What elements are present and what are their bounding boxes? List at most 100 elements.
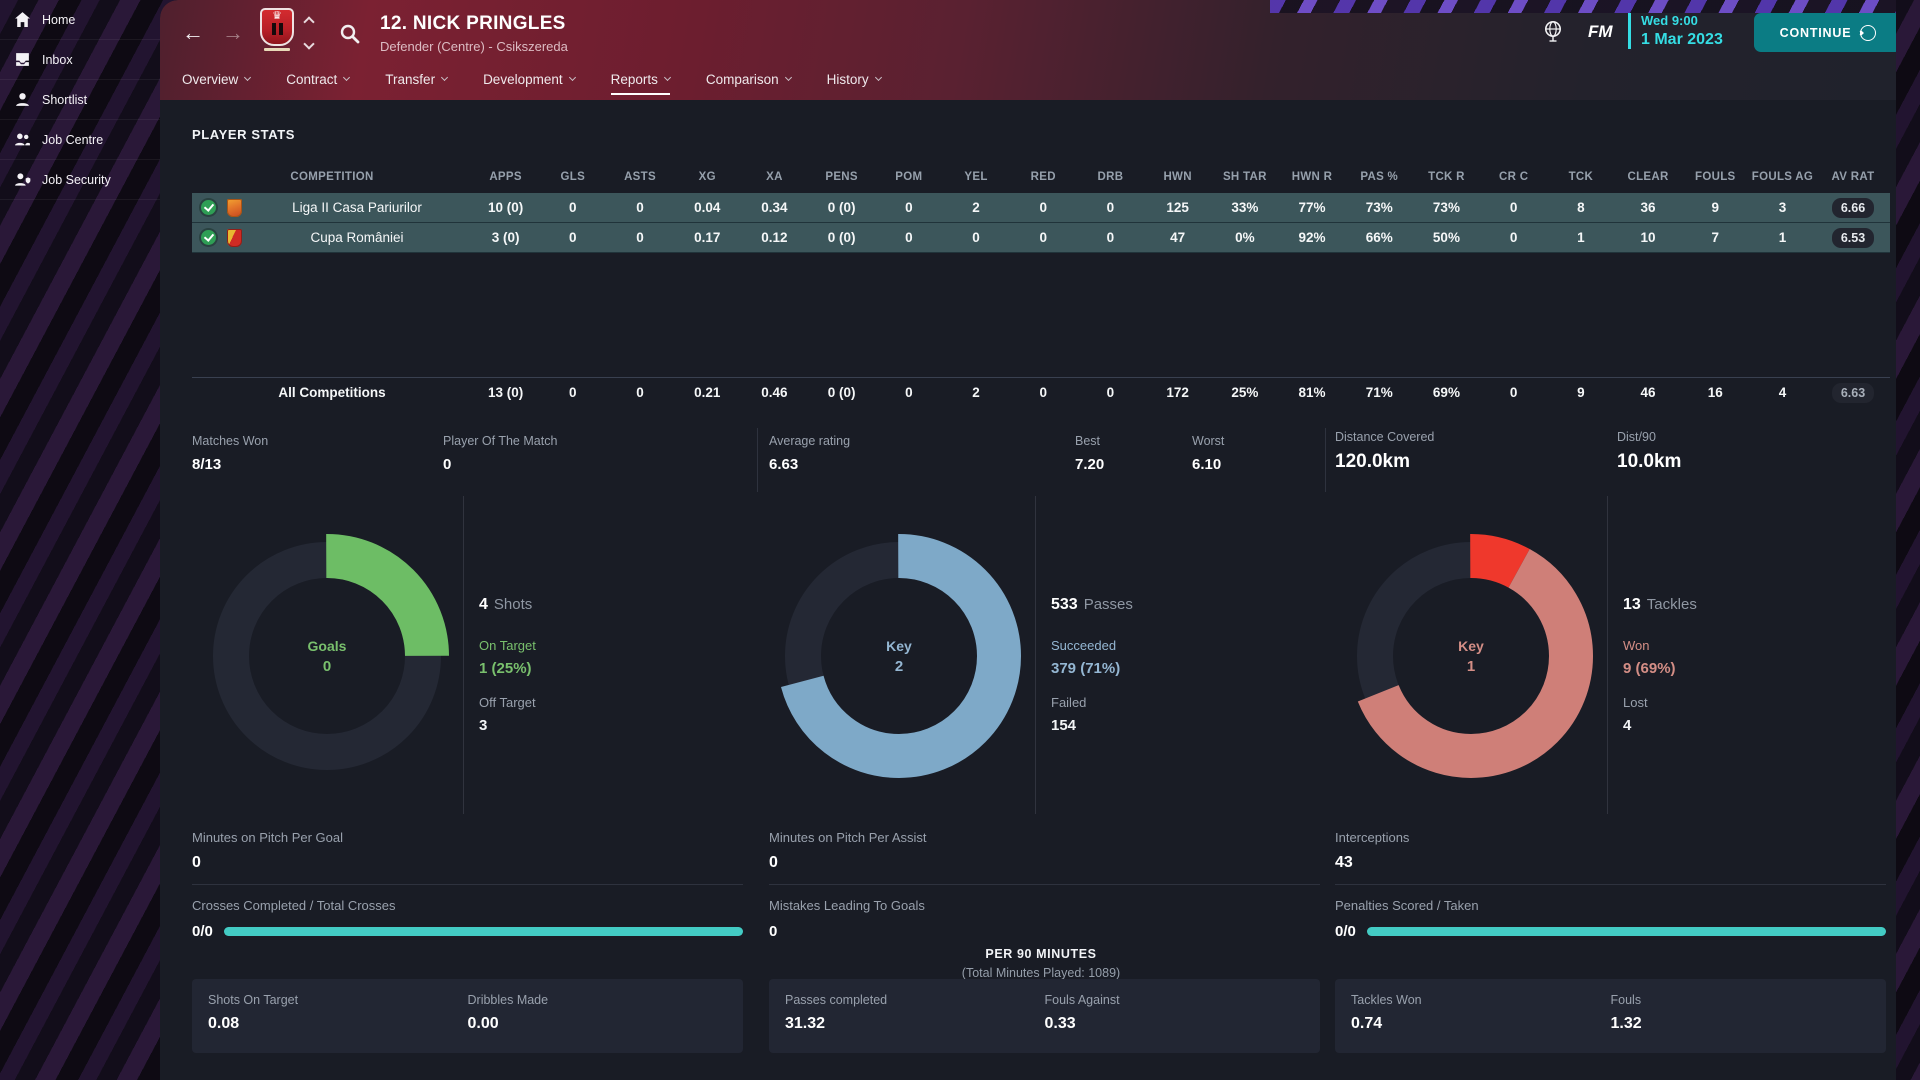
back-button[interactable]: ← — [176, 16, 210, 50]
sidebar-item-label: Job Security — [42, 173, 111, 187]
stat-cell: 1 — [1547, 230, 1614, 245]
world-button[interactable] — [1542, 19, 1564, 43]
title-bar: ← → ♛ 12. NICK PRINGLES Defender (Centre… — [160, 0, 1896, 100]
column-header: XG — [674, 171, 741, 183]
stat-cell: 0.04 — [674, 200, 741, 215]
sidebar-item-home[interactable]: Home — [0, 0, 160, 40]
stat-cell: 36 — [1614, 200, 1681, 215]
sidebar-item-label: Home — [42, 13, 75, 27]
failed-label: Failed — [1051, 695, 1301, 710]
stat-cell: 4 — [1749, 385, 1816, 400]
stat-cell: 0 — [606, 200, 673, 215]
charts-section: Goals 0 4Shots On Target 1 (25%) Off Tar… — [192, 496, 1890, 814]
sidebar-item-job-centre[interactable]: Job Centre — [0, 120, 160, 160]
lower-stats-col-mid: Minutes on Pitch Per Assist 0 Mistakes L… — [769, 830, 1320, 940]
stat-value: 43 — [1335, 854, 1886, 872]
person-shield-icon — [14, 171, 31, 188]
home-icon — [14, 11, 31, 28]
won-label: Won — [1623, 638, 1873, 653]
stat-cell: 0 — [1480, 385, 1547, 400]
tab-transfer[interactable]: Transfer — [385, 68, 447, 100]
tab-contract[interactable]: Contract — [286, 68, 349, 100]
tab-history[interactable]: History — [827, 68, 881, 100]
per90-card-passes: Passes completed31.32 Fouls Against0.33 — [769, 979, 1320, 1053]
stat-cell: 0 — [1010, 200, 1077, 215]
stat-cell: 172 — [1144, 385, 1211, 400]
stat-label: Interceptions — [1335, 830, 1886, 845]
search-button[interactable] — [338, 22, 362, 46]
column-header: DRB — [1077, 171, 1144, 183]
stat-cell: 0 — [1480, 230, 1547, 245]
off-target-label: Off Target — [479, 695, 729, 710]
tab-overview[interactable]: Overview — [182, 68, 250, 100]
divider — [463, 496, 464, 814]
competition-badge — [227, 199, 242, 217]
tab-reports[interactable]: Reports — [611, 68, 670, 100]
sidebar-item-inbox[interactable]: Inbox — [0, 40, 160, 80]
chevron-down-icon — [875, 74, 882, 81]
column-header: TCK R — [1413, 171, 1480, 183]
stat-cell: 9 — [1547, 385, 1614, 400]
column-header: FOULS — [1682, 171, 1749, 183]
column-header-av-rat: AV RAT — [1832, 171, 1875, 183]
stat-cell: 0 — [875, 385, 942, 400]
entity-switcher[interactable] — [302, 18, 316, 48]
stat-best-rating: Best 7.20 — [1075, 434, 1104, 473]
stat-cell: 1 — [1749, 230, 1816, 245]
succeeded-label: Succeeded — [1051, 638, 1301, 653]
sidebar-item-label: Shortlist — [42, 93, 87, 107]
stat-cell: 0 — [606, 230, 673, 245]
column-header: RED — [1010, 171, 1077, 183]
summary-strip: Matches Won 8/13 Player Of The Match 0 A… — [192, 428, 1890, 492]
sidebar-item-job-security[interactable]: Job Security — [0, 160, 160, 200]
passes-panel: 533Passes Succeeded 379 (71%) Failed 154 — [1051, 596, 1301, 752]
forward-button[interactable]: → — [216, 16, 250, 50]
stat-label: Penalties Scored / Taken — [1335, 898, 1886, 913]
stat-value: 0 — [192, 854, 743, 872]
stat-cell: 0 (0) — [808, 230, 875, 245]
crown-icon: ♛ — [272, 10, 282, 22]
shots-count: 4 — [479, 596, 488, 613]
player-header: 12. NICK PRINGLES Defender (Centre) - Cs… — [380, 13, 568, 54]
table-row-liga-ii[interactable]: Liga II Casa Pariurilor 10 (0)000.040.34… — [192, 193, 1890, 223]
chevron-down-icon — [569, 74, 576, 81]
stat-cell: 0 — [1010, 230, 1077, 245]
column-header-competition: COMPETITION — [192, 171, 472, 183]
stat-cell: 25% — [1211, 385, 1278, 400]
key-passes-donut-chart: Key 2 — [769, 526, 1029, 786]
column-header: YEL — [942, 171, 1009, 183]
crosses-progress-bar — [224, 927, 743, 936]
divider — [1335, 884, 1886, 885]
stat-cell: 92% — [1278, 230, 1345, 245]
player-subtitle: Defender (Centre) - Csikszereda — [380, 39, 568, 54]
continue-button[interactable]: CONTINUE — [1754, 13, 1896, 52]
lower-stats-col-right: Interceptions 43 Penalties Scored / Take… — [1335, 830, 1886, 940]
passes-unit: Passes — [1084, 596, 1133, 613]
chevron-down-icon — [343, 74, 350, 81]
table-row-cupa[interactable]: Cupa României 3 (0)000.170.120 (0)000047… — [192, 223, 1890, 253]
stat-cell: 7 — [1682, 230, 1749, 245]
stat-cell: 125 — [1144, 200, 1211, 215]
competition-name: Cupa României — [242, 230, 472, 245]
sidebar-item-shortlist[interactable]: Shortlist — [0, 80, 160, 120]
competition-name: Liga II Casa Pariurilor — [242, 200, 472, 215]
column-header: POM — [875, 171, 942, 183]
stat-cell: 0.34 — [741, 200, 808, 215]
tab-comparison[interactable]: Comparison — [706, 68, 791, 100]
tab-development[interactable]: Development — [483, 68, 575, 100]
divider — [1325, 428, 1326, 492]
stat-cell: 0.46 — [741, 385, 808, 400]
sidebar-item-label: Inbox — [42, 53, 73, 67]
stat-cell: 73% — [1346, 200, 1413, 215]
stat-worst-rating: Worst 6.10 — [1192, 434, 1224, 473]
stat-cell: 3 (0) — [472, 230, 539, 245]
failed-value: 154 — [1051, 717, 1301, 734]
won-value: 9 (69%) — [1623, 660, 1873, 677]
stat-value: 0/0 — [192, 923, 213, 940]
stat-cell: 69% — [1413, 385, 1480, 400]
stat-cell: 47 — [1144, 230, 1211, 245]
sidebar-item-label: Job Centre — [42, 133, 103, 147]
stat-value: 0/0 — [1335, 923, 1356, 940]
stat-cell: 2 — [942, 385, 1009, 400]
stat-cell: 0.17 — [674, 230, 741, 245]
